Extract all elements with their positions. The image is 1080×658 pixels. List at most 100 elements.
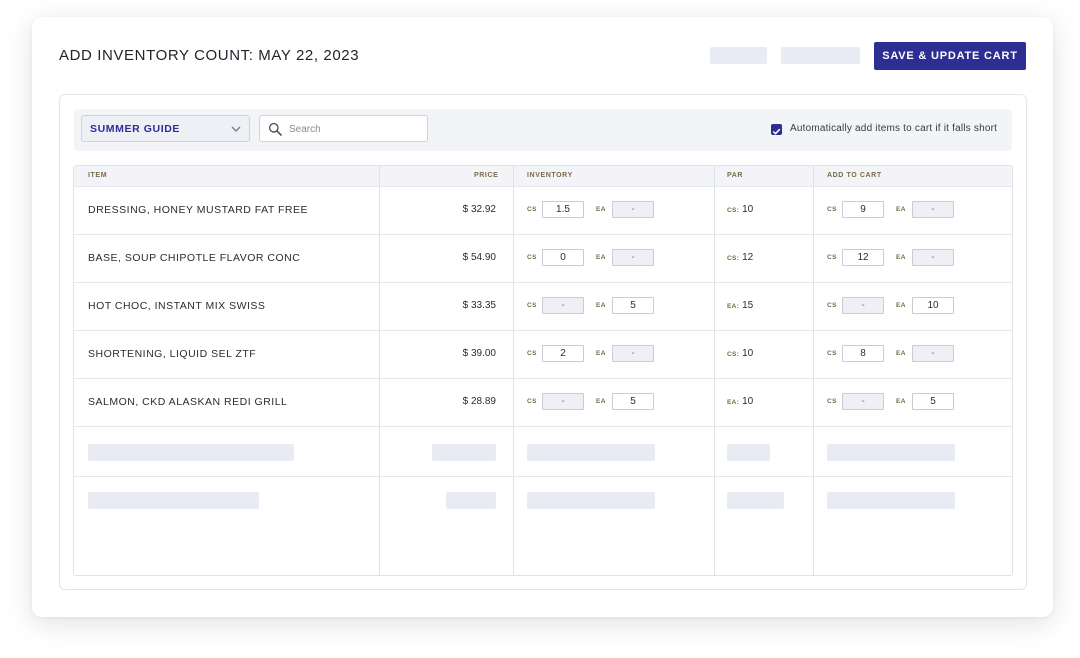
table-row: SHORTENING, LIQUID SEL ZTF $ 39.00 CS 2 EA - C… [74, 330, 1012, 379]
item-name: BASE, SOUP CHIPOTLE FLAVOR CONC [88, 252, 301, 264]
cart-ea-input[interactable]: - [912, 249, 954, 266]
cart-ea-label: EA [896, 254, 906, 261]
par-value: CS: 12 [727, 252, 753, 263]
inventory-ea-input[interactable]: 5 [612, 297, 654, 314]
item-price: $ 54.90 [462, 252, 496, 263]
par-number: 10 [742, 396, 754, 407]
par-value: CS: 10 [727, 204, 753, 215]
skeleton-cell [827, 444, 955, 461]
table-row: DRESSING, HONEY MUSTARD FAT FREE $ 32.92 C… [74, 186, 1012, 235]
cart-cs-input[interactable]: - [842, 297, 884, 314]
inventory-cs-label: CS [527, 350, 537, 357]
chevron-down-icon [231, 126, 241, 132]
skeleton-cell [432, 444, 496, 461]
cart-cs-input[interactable]: - [842, 393, 884, 410]
cart-cs-input[interactable]: 9 [842, 201, 884, 218]
cart-ea-label: EA [896, 302, 906, 309]
cart-ea-input[interactable]: - [912, 345, 954, 362]
item-price: $ 28.89 [462, 396, 496, 407]
inventory-ea-label: EA [596, 302, 606, 309]
cart-cs-input[interactable]: 8 [842, 345, 884, 362]
inventory-cs-input[interactable]: - [542, 297, 584, 314]
page-title: ADD INVENTORY COUNT: MAY 22, 2023 [59, 47, 360, 64]
table-row: SALMON, CKD ALASKAN REDI GRILL $ 28.89 CS -… [74, 378, 1012, 427]
search-icon [268, 122, 282, 136]
item-name: SHORTENING, LIQUID SEL ZTF [88, 348, 257, 360]
item-price: $ 32.92 [462, 204, 496, 215]
skeleton-row [74, 476, 1012, 524]
par-unit-label: EA: [727, 399, 740, 406]
cart-ea-label: EA [896, 206, 906, 213]
cart-cs-label: CS [827, 206, 837, 213]
column-header-item: ITEM [88, 172, 108, 179]
par-unit-label: CS: [727, 207, 740, 214]
auto-add-checkbox[interactable] [771, 124, 782, 135]
check-icon [772, 128, 781, 135]
cart-cs-label: CS [827, 302, 837, 309]
inventory-ea-input[interactable]: - [612, 345, 654, 362]
cart-cs-input[interactable]: 12 [842, 249, 884, 266]
column-header-par: PAR [727, 172, 744, 179]
inventory-ea-label: EA [596, 350, 606, 357]
item-price: $ 33.35 [462, 300, 496, 311]
par-number: 12 [742, 252, 754, 263]
inventory-ea-input[interactable]: - [612, 249, 654, 266]
cart-ea-input[interactable]: 5 [912, 393, 954, 410]
par-value: EA: 15 [727, 300, 753, 311]
inventory-cs-input[interactable]: 0 [542, 249, 584, 266]
guide-select-value: SUMMER GUIDE [90, 123, 181, 135]
table-row: HOT CHOC, INSTANT MIX SWISS $ 33.35 CS - EA 5… [74, 282, 1012, 331]
cart-cs-label: CS [827, 254, 837, 261]
inventory-card: ADD INVENTORY COUNT: MAY 22, 2023 SAVE &… [32, 17, 1053, 617]
par-unit-label: CS: [727, 351, 740, 358]
search-box [259, 115, 428, 142]
inventory-cs-input[interactable]: 2 [542, 345, 584, 362]
search-input[interactable] [287, 120, 427, 139]
inventory-cs-label: CS [527, 206, 537, 213]
inventory-cs-label: CS [527, 254, 537, 261]
column-header-inventory: INVENTORY [527, 172, 573, 179]
inventory-ea-input[interactable]: - [612, 201, 654, 218]
inventory-ea-label: EA [596, 254, 606, 261]
cart-ea-label: EA [896, 350, 906, 357]
cart-ea-input[interactable]: - [912, 201, 954, 218]
skeleton-cell [446, 492, 496, 509]
inventory-panel: SUMMER GUIDE Automatically add items to … [59, 94, 1027, 590]
skeleton-cell [88, 444, 294, 461]
guide-select[interactable]: SUMMER GUIDE [81, 115, 250, 142]
cart-ea-input[interactable]: 10 [912, 297, 954, 314]
inventory-table: ITEM PRICE INVENTORY PAR ADD TO CART DRE… [73, 165, 1013, 576]
table-header: ITEM PRICE INVENTORY PAR ADD TO CART [74, 166, 1012, 187]
skeleton-cell [527, 444, 655, 461]
auto-add-label: Automatically add items to cart if it fa… [790, 123, 998, 134]
header-placeholder-1 [710, 47, 767, 64]
skeleton-cell [827, 492, 955, 509]
inventory-ea-label: EA [596, 398, 606, 405]
skeleton-cell [527, 492, 655, 509]
inventory-cs-input[interactable]: - [542, 393, 584, 410]
par-value: CS: 10 [727, 348, 753, 359]
item-price: $ 39.00 [462, 348, 496, 359]
item-name: HOT CHOC, INSTANT MIX SWISS [88, 300, 266, 312]
par-number: 10 [742, 348, 754, 359]
skeleton-cell [88, 492, 259, 509]
par-unit-label: EA: [727, 303, 740, 310]
column-header-add-to-cart: ADD TO CART [827, 172, 882, 179]
par-value: EA: 10 [727, 396, 753, 407]
inventory-cs-label: CS [527, 398, 537, 405]
cart-ea-label: EA [896, 398, 906, 405]
column-header-price: PRICE [474, 172, 499, 179]
header-placeholder-2 [781, 47, 860, 64]
toolbar: SUMMER GUIDE Automatically add items to … [74, 109, 1012, 151]
item-name: DRESSING, HONEY MUSTARD FAT FREE [88, 204, 309, 216]
inventory-cs-input[interactable]: 1.5 [542, 201, 584, 218]
save-update-cart-button[interactable]: SAVE & UPDATE CART [874, 42, 1026, 70]
skeleton-cell [727, 492, 784, 509]
skeleton-row [74, 428, 1012, 477]
par-unit-label: CS: [727, 255, 740, 262]
table-row: BASE, SOUP CHIPOTLE FLAVOR CONC $ 54.90 CS… [74, 234, 1012, 283]
cart-cs-label: CS [827, 398, 837, 405]
item-name: SALMON, CKD ALASKAN REDI GRILL [88, 396, 288, 408]
inventory-ea-input[interactable]: 5 [612, 393, 654, 410]
par-number: 15 [742, 300, 754, 311]
